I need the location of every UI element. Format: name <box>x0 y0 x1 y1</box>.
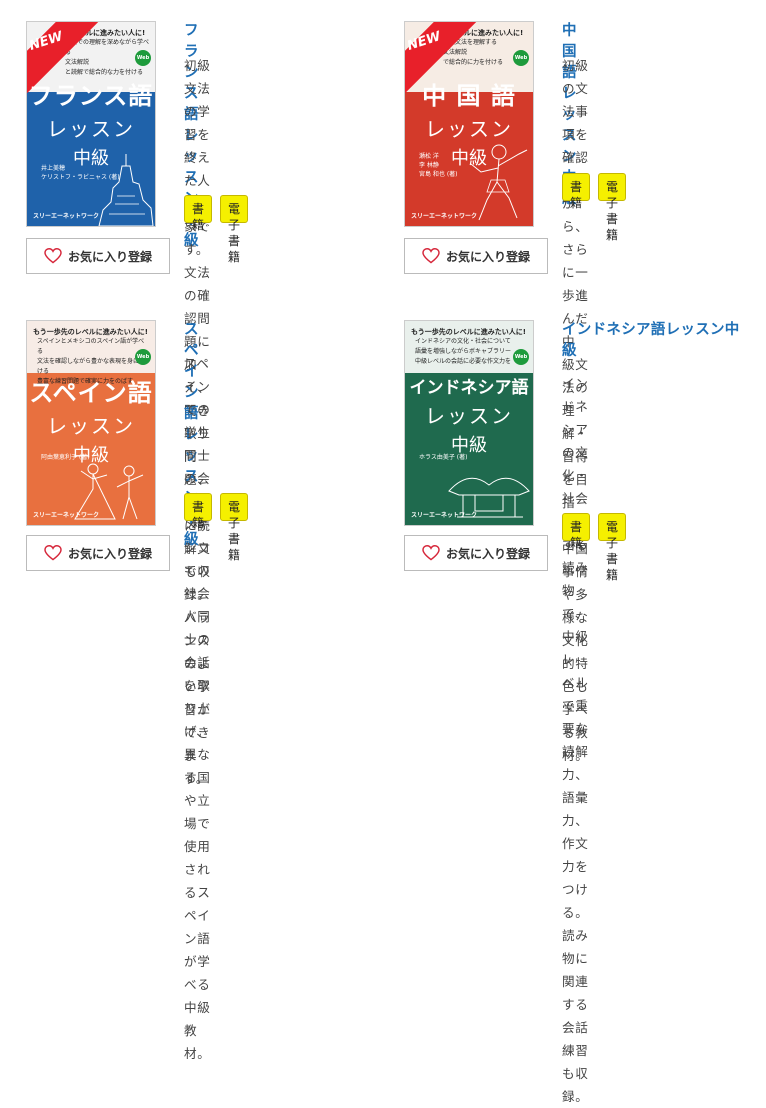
cover-author: 瀬松 洋 <box>419 153 439 160</box>
heart-icon <box>44 248 62 264</box>
favorite-label: お気に入り登録 <box>67 249 152 264</box>
web-badge: Web <box>135 349 151 365</box>
favorite-label: お気に入り登録 <box>445 546 530 561</box>
cover-bullet: スペインとメキシコのスペイン語が学べる <box>37 338 145 355</box>
cover-subtitle: レッスン <box>47 414 135 438</box>
cover-title: フランス語 <box>28 82 154 110</box>
ebook-button[interactable]: 電子書籍 <box>220 195 249 264</box>
cover-publisher: スリーエーネットワーク <box>33 512 100 519</box>
cover-subtitle: レッスン <box>425 117 513 141</box>
format-buttons: 書籍 電子書籍 <box>562 513 627 582</box>
favorite-label: お気に入り登録 <box>445 249 530 264</box>
cover-author: 李 林静 <box>419 162 439 169</box>
cover-bullet: 中級レベルの会話に必要な作文力をつける <box>415 358 511 365</box>
ebook-button[interactable]: 電子書籍 <box>598 173 627 242</box>
cover-publisher: スリーエーネットワーク <box>411 213 478 220</box>
heart-icon <box>422 545 440 561</box>
cover-lead: もう一歩先のレベルに進みたい人に! <box>411 328 526 336</box>
mont-saint-michel-illustration <box>98 154 154 226</box>
ebook-button[interactable]: 電子書籍 <box>598 513 627 582</box>
cover-title: スペイン語 <box>29 379 153 407</box>
cover-bullet: 語彙を増強しながらボキャブラリービルディング <box>415 348 511 355</box>
format-buttons: 書籍 電子書籍 <box>184 195 249 264</box>
favorite-label: お気に入り登録 <box>67 546 152 561</box>
format-buttons: 書籍 電子書籍 <box>184 493 249 562</box>
web-badge: Web <box>135 50 151 66</box>
heart-icon <box>422 248 440 264</box>
cover-title: インドネシア語 <box>409 378 529 398</box>
web-badge: Web <box>513 349 529 365</box>
cover-author: 宮島 和也 (著) <box>419 171 458 178</box>
cover-lead: もう一歩先のレベルに進みたい人に! <box>33 328 148 336</box>
book-cover-indonesian[interactable]: もう一歩先のレベルに進みたい人に! インドネシアの文化・社会について文章を読み、… <box>404 320 534 526</box>
product-description: スペインでの学生同士の会 話、メキシコでの社会人同 士の会話を取り上げ、異な る… <box>184 356 211 1061</box>
cover-bullet: インドネシアの文化・社会について文章を読み、理解を深める <box>415 338 511 345</box>
cover-title: 中 国 語 <box>422 82 516 110</box>
book-cover-spanish[interactable]: もう一歩先のレベルに進みたい人に! スペインとメキシコのスペイン語が学べる 文法… <box>26 320 156 526</box>
print-book-button[interactable]: 書籍 <box>562 173 591 210</box>
favorite-button[interactable]: お気に入り登録 <box>404 238 548 274</box>
product-description: インドネシアの文化・社会 に関する読み物で、中級レ ベルで重要な読解力、語彙 力… <box>562 376 589 1104</box>
favorite-button[interactable]: お気に入り登録 <box>404 535 548 571</box>
cover-publisher: スリーエーネットワーク <box>411 512 478 519</box>
print-book-button[interactable]: 書籍 <box>562 513 591 550</box>
heart-icon <box>44 545 62 561</box>
favorite-button[interactable]: お気に入り登録 <box>26 238 170 274</box>
format-buttons: 書籍 電子書籍 <box>562 173 627 242</box>
favorite-button[interactable]: お気に入り登録 <box>26 535 170 571</box>
book-cover-chinese[interactable]: のレベルに進みたい人に! 中級文法を理解する 文法解説 で総合的に力を付ける N… <box>404 21 534 227</box>
cover-subtitle: レッスン <box>47 117 135 141</box>
print-book-button[interactable]: 書籍 <box>184 195 213 232</box>
product-title[interactable]: インドネシア語レッスン中級 <box>562 320 752 362</box>
web-badge: Web <box>513 50 529 66</box>
cover-publisher: スリーエーネットワーク <box>33 213 100 220</box>
print-book-button[interactable]: 書籍 <box>184 493 213 530</box>
book-cover-french[interactable]: のレベルに進みたい人に! 初級での理解を深めながら学べる 文法解説 と読解で総合… <box>26 21 156 227</box>
ebook-button[interactable]: 電子書籍 <box>220 493 249 562</box>
cover-subtitle: レッスン <box>425 404 513 428</box>
